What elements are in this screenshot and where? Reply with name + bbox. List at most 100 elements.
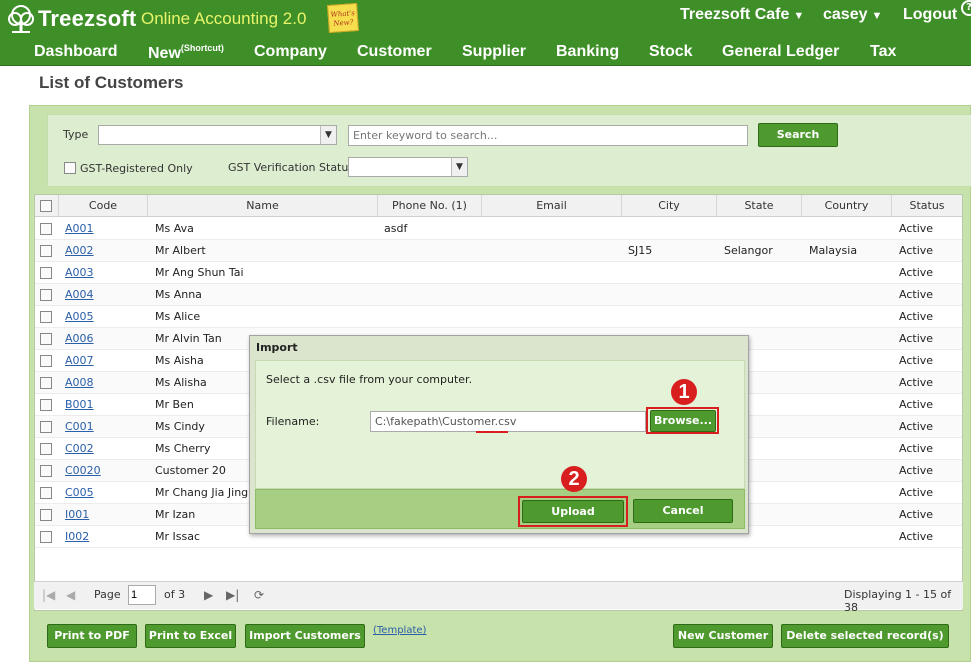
cell-code[interactable]: A003 xyxy=(65,262,145,284)
row-checkbox[interactable] xyxy=(40,443,52,455)
column-email[interactable]: Email xyxy=(482,195,622,217)
page-number-input[interactable] xyxy=(128,585,156,605)
cell-code[interactable]: A005 xyxy=(65,306,145,328)
table-row[interactable]: A004 Ms Anna Active xyxy=(35,284,962,306)
gst-status-select[interactable]: ▼ xyxy=(348,157,468,177)
cancel-button[interactable]: Cancel xyxy=(633,499,733,523)
select-all-checkbox[interactable] xyxy=(40,200,52,212)
new-customer-button[interactable]: New Customer xyxy=(673,624,773,648)
table-row[interactable]: A002 Mr Albert SJ15 Selangor Malaysia Active xyxy=(35,240,962,262)
row-checkbox[interactable] xyxy=(40,421,52,433)
prev-page-icon[interactable]: ◀ xyxy=(66,588,75,602)
cell-code[interactable]: A002 xyxy=(65,240,145,262)
row-checkbox[interactable] xyxy=(40,223,52,235)
whats-new-note[interactable]: What's New? xyxy=(327,2,359,34)
cell-code[interactable]: C002 xyxy=(65,438,145,460)
first-page-icon[interactable]: |◀ xyxy=(42,588,55,602)
cell-country xyxy=(809,284,889,306)
cell-country xyxy=(809,394,889,416)
next-page-icon[interactable]: ▶ xyxy=(204,588,213,602)
menu-dashboard[interactable]: Dashboard xyxy=(34,43,118,61)
row-checkbox[interactable] xyxy=(40,487,52,499)
row-checkbox[interactable] xyxy=(40,245,52,257)
table-row[interactable]: A003 Mr Ang Shun Tai Active xyxy=(35,262,962,284)
row-checkbox[interactable] xyxy=(40,377,52,389)
table-row[interactable]: A005 Ms Alice Active xyxy=(35,306,962,328)
cell-code[interactable]: C001 xyxy=(65,416,145,438)
tagline: Online Accounting 2.0 xyxy=(141,9,307,28)
user-menu[interactable]: casey ▼ xyxy=(823,6,882,24)
row-checkbox[interactable] xyxy=(40,399,52,411)
menu-customer[interactable]: Customer xyxy=(357,43,432,61)
cell-status: Active xyxy=(899,508,934,521)
search-input[interactable]: Enter keyword to search... xyxy=(348,125,748,146)
search-button[interactable]: Search xyxy=(758,123,838,147)
menu-new[interactable]: New(Shortcut) xyxy=(148,43,224,63)
column-state[interactable]: State xyxy=(717,195,802,217)
logo[interactable]: Treezsoft xyxy=(6,4,136,34)
last-page-icon[interactable]: ▶| xyxy=(226,588,239,602)
dialog-title: Import xyxy=(256,341,298,354)
cell-state xyxy=(724,218,799,240)
column-name[interactable]: Name xyxy=(148,195,378,217)
chevron-down-icon[interactable]: ▼ xyxy=(320,126,336,144)
print-excel-button[interactable]: Print to Excel xyxy=(145,624,236,648)
column-country[interactable]: Country xyxy=(802,195,892,217)
cell-name: Ms Anna xyxy=(155,288,202,301)
column-code[interactable]: Code xyxy=(59,195,148,217)
cell-phone xyxy=(384,240,479,262)
cell-code[interactable]: B001 xyxy=(65,394,145,416)
cell-code[interactable]: A001 xyxy=(65,218,145,240)
cell-city xyxy=(628,262,713,284)
step-2-badge: 2 xyxy=(561,466,587,492)
row-checkbox[interactable] xyxy=(40,465,52,477)
menu-company[interactable]: Company xyxy=(254,43,327,61)
page-label: Page xyxy=(94,588,121,601)
cell-code[interactable]: C005 xyxy=(65,482,145,504)
help-icon[interactable]: ? xyxy=(961,0,971,16)
chevron-down-icon[interactable]: ▼ xyxy=(451,158,467,176)
row-checkbox[interactable] xyxy=(40,531,52,543)
import-customers-button[interactable]: Import Customers xyxy=(245,624,365,648)
cell-status: Active xyxy=(899,464,934,477)
menu-stock[interactable]: Stock xyxy=(649,43,693,61)
logout-link[interactable]: Logout xyxy=(903,6,957,24)
menu-banking[interactable]: Banking xyxy=(556,43,619,61)
type-select-value xyxy=(99,124,107,143)
cell-code[interactable]: A008 xyxy=(65,372,145,394)
cell-code[interactable]: I001 xyxy=(65,504,145,526)
print-pdf-button[interactable]: Print to PDF xyxy=(47,624,137,648)
column-phone[interactable]: Phone No. (1) xyxy=(378,195,482,217)
cell-code[interactable]: C0020 xyxy=(65,460,145,482)
cell-country: Malaysia xyxy=(809,244,858,257)
row-checkbox[interactable] xyxy=(40,509,52,521)
cell-name: Ms Alice xyxy=(155,310,201,323)
cell-code[interactable]: A004 xyxy=(65,284,145,306)
column-city[interactable]: City xyxy=(622,195,717,217)
gst-only-checkbox[interactable] xyxy=(64,162,76,174)
cell-phone xyxy=(384,262,479,284)
row-checkbox[interactable] xyxy=(40,333,52,345)
menu-general-ledger[interactable]: General Ledger xyxy=(722,43,839,61)
row-checkbox[interactable] xyxy=(40,355,52,367)
cell-code[interactable]: A006 xyxy=(65,328,145,350)
delete-selected-button[interactable]: Delete selected record(s) xyxy=(781,624,949,648)
brand-name: Treezsoft xyxy=(38,6,137,31)
company-switcher[interactable]: Treezsoft Cafe ▼ xyxy=(680,6,804,24)
column-status[interactable]: Status xyxy=(892,195,962,217)
cell-code[interactable]: I002 xyxy=(65,526,145,548)
row-checkbox[interactable] xyxy=(40,289,52,301)
table-row[interactable]: A001 Ms Ava asdf Active xyxy=(35,218,962,240)
cell-country xyxy=(809,526,889,548)
refresh-icon[interactable]: ⟳ xyxy=(254,588,264,602)
cell-code[interactable]: A007 xyxy=(65,350,145,372)
row-checkbox[interactable] xyxy=(40,267,52,279)
menu-tax[interactable]: Tax xyxy=(870,43,896,61)
filename-field[interactable]: C:\fakepath\Customer.csv xyxy=(370,411,646,432)
cell-country xyxy=(809,306,889,328)
row-checkbox[interactable] xyxy=(40,311,52,323)
menu-supplier[interactable]: Supplier xyxy=(462,43,526,61)
cell-status: Active xyxy=(899,530,934,543)
type-select[interactable]: ▼ xyxy=(98,125,337,145)
template-link[interactable]: (Template) xyxy=(373,625,426,636)
